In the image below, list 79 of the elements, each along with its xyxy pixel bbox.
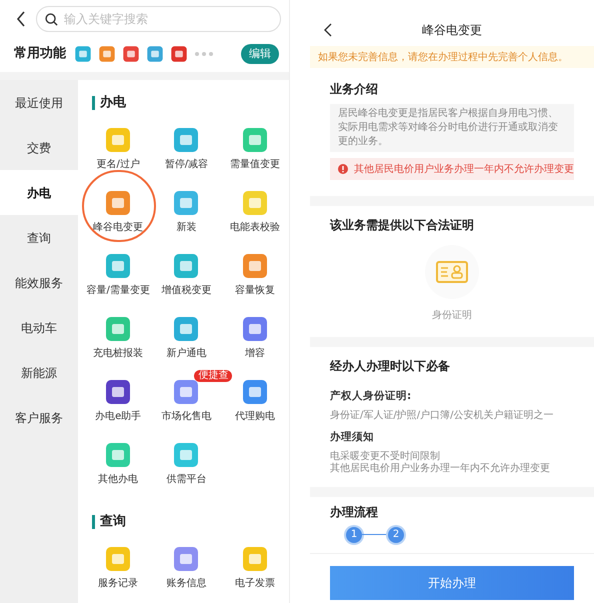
service-label[interactable]: 更名/过户: [96, 158, 140, 172]
service-label[interactable]: 充电桩报装: [93, 347, 144, 361]
section-title: 办电: [92, 96, 126, 110]
app-icon: [240, 378, 269, 406]
back-icon[interactable]: [16, 11, 26, 27]
service-label[interactable]: 容量/需量变更: [86, 284, 150, 298]
page-title: 峰谷电变更: [422, 22, 482, 39]
sidebar-item[interactable]: 查询: [0, 215, 78, 260]
app-icon: [104, 378, 132, 406]
app-icon: [74, 45, 92, 63]
app-icon: [104, 441, 132, 469]
app-icon: [172, 189, 200, 217]
service-label[interactable]: 增值税变更: [161, 284, 212, 298]
service-label[interactable]: 电子发票: [234, 577, 275, 591]
service-label[interactable]: 其他办电: [98, 473, 138, 487]
search-field[interactable]: 输入关键字搜索: [36, 6, 281, 32]
edit-button[interactable]: 编辑: [241, 44, 279, 64]
app-icon: [172, 126, 200, 154]
sidebar-item[interactable]: 客户服务: [0, 395, 78, 440]
service-label[interactable]: 供需平台: [166, 473, 206, 487]
section-heading: 业务介绍: [329, 81, 379, 98]
intro-text: 居民峰谷电变更是指居民客户根据自身用电习惯、实际用电需求等对峰谷分时电价进行开通或取消变更的业务。: [330, 104, 574, 152]
requirement-text: 电采暖变更不受时间限制: [330, 450, 441, 462]
requirement-title: 办理须知: [328, 430, 375, 445]
app-icon: [240, 189, 269, 217]
sidebar-item[interactable]: 最近使用: [0, 80, 78, 125]
app-icon: [172, 252, 200, 280]
step-number: 2: [388, 526, 404, 542]
service-label[interactable]: 办电e助手: [95, 410, 142, 424]
sidebar-item[interactable]: 电动车: [0, 305, 78, 350]
service-label[interactable]: 增容: [244, 347, 265, 361]
sidebar-item[interactable]: 交费: [0, 125, 78, 170]
proof-label: 身份证明: [432, 309, 472, 323]
service-label[interactable]: 峰谷电变更: [93, 221, 144, 235]
app-icon: [172, 315, 200, 343]
app-icon: [170, 45, 188, 63]
app-icon: [240, 315, 269, 343]
service-label[interactable]: 服务记录: [98, 577, 138, 591]
requirement-text: 其他居民电价用户业务办理一年内不允许办理变更: [330, 462, 551, 474]
section-heading: 经办人办理时以下必备: [328, 358, 451, 375]
sidebar-item[interactable]: 能效服务: [0, 260, 78, 305]
app-icon: [172, 545, 200, 573]
warning-icon: [338, 164, 348, 174]
app-icon: [146, 45, 164, 63]
app-icon: [104, 545, 132, 573]
service-label[interactable]: 容量恢复: [234, 284, 275, 298]
app-icon: [104, 126, 132, 154]
warning-text: 其他居民电价用户业务办理一年内不允许办理变更: [354, 162, 574, 176]
section-title: 查询: [92, 514, 126, 528]
app-icon: [104, 189, 132, 217]
sidebar-item[interactable]: 办电: [0, 170, 78, 215]
section-heading: 办理流程: [328, 504, 379, 520]
service-label[interactable]: 市场化售电: [161, 410, 212, 424]
search-icon: [45, 13, 58, 26]
service-label[interactable]: 代理购电: [234, 410, 275, 424]
app-icon: [122, 45, 140, 63]
service-label[interactable]: 新户通电: [166, 347, 206, 361]
service-label[interactable]: 暂停/减容: [164, 158, 208, 172]
notice-banner: 如果您未完善信息，请您在办理过程中先完善个人信息。: [310, 46, 594, 68]
app-icon: [98, 45, 116, 63]
step-number: 1: [346, 526, 362, 542]
app-icon: [240, 545, 269, 573]
back-icon[interactable]: [324, 23, 332, 37]
requirement-title: 产权人身份证明:: [329, 389, 412, 404]
app-icon: [104, 252, 132, 280]
service-label[interactable]: 电能表校验: [230, 221, 280, 235]
service-label[interactable]: 账务信息: [166, 577, 206, 591]
app-icon: [240, 126, 269, 154]
service-label[interactable]: 新装: [176, 221, 196, 235]
app-icon: [240, 252, 269, 280]
app-icon: [104, 315, 132, 343]
service-label[interactable]: 需量值变更: [230, 158, 280, 172]
app-icon: [172, 378, 200, 406]
sidebar-item[interactable]: 新能源: [0, 350, 78, 395]
requirement-text: 身份证/军人证/护照/户口簿/公安机关户籍证明之一: [330, 410, 554, 422]
badge: 便捷查: [194, 370, 232, 382]
app-icon: [172, 441, 200, 469]
section-heading: 该业务需提供以下合法证明: [328, 217, 475, 234]
favorites-title: 常用功能: [14, 45, 66, 64]
